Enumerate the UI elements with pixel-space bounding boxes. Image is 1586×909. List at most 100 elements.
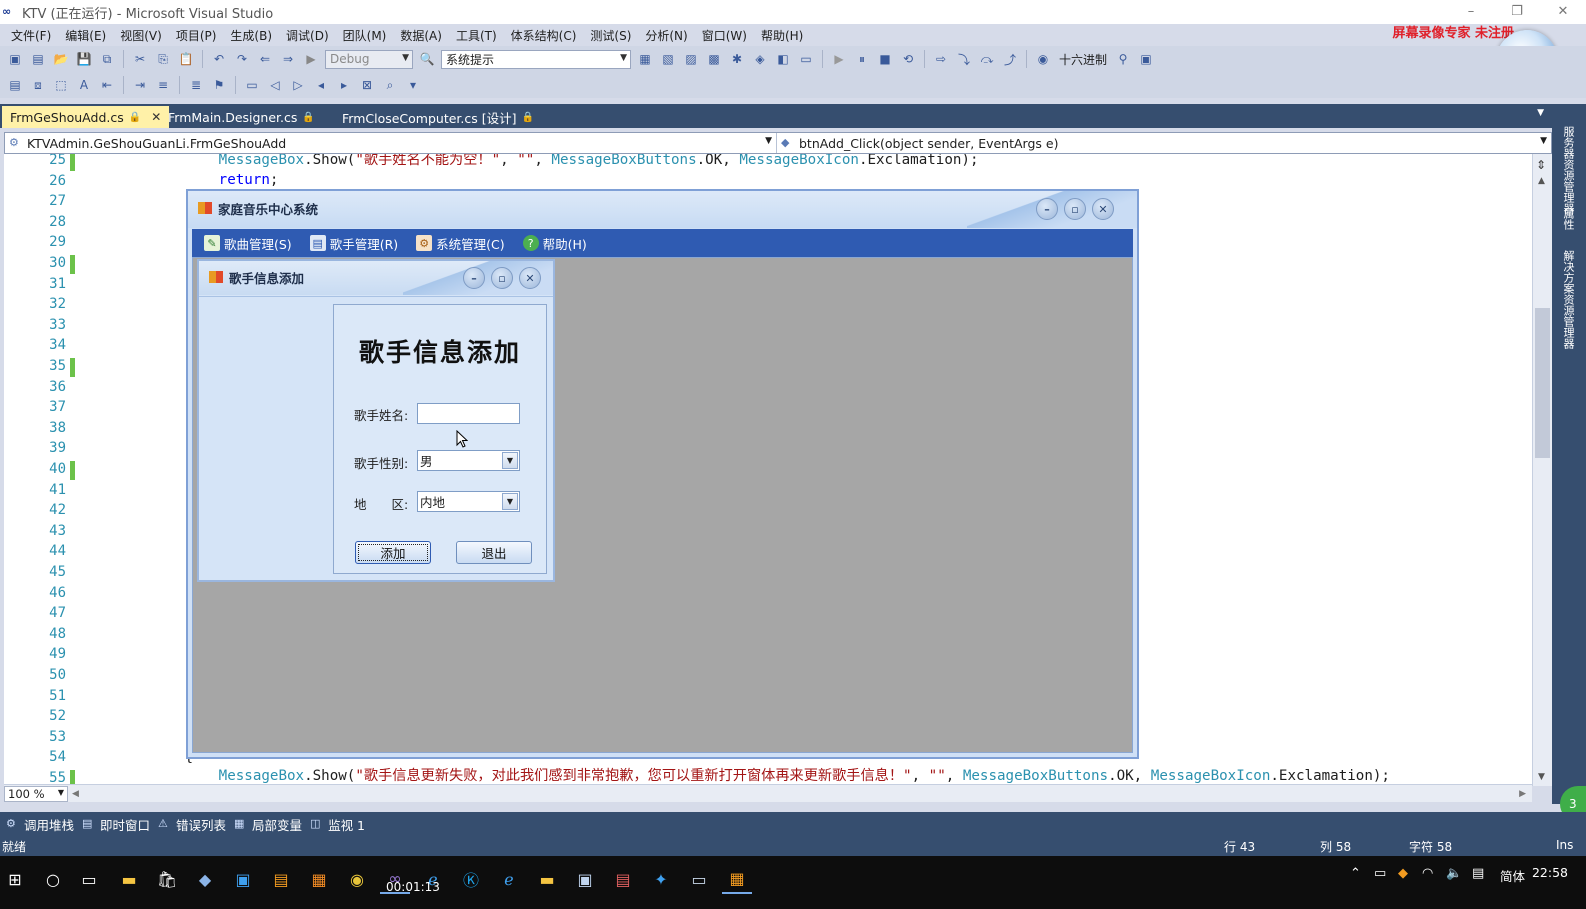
parameter-info-icon[interactable]: ⧈ <box>29 76 47 94</box>
volume-icon[interactable]: 🔈 <box>1446 866 1462 881</box>
app-close-button[interactable]: ✕ <box>1092 198 1114 220</box>
menu-data[interactable]: 数据(A) <box>393 27 449 44</box>
child-close-button[interactable]: ✕ <box>519 267 541 289</box>
minimize-button[interactable]: – <box>1448 0 1494 24</box>
tab-watch-1[interactable]: ◫ 监视 1 <box>310 815 373 834</box>
tray-app-icon[interactable]: ◆ <box>1398 866 1408 881</box>
chevron-down-icon[interactable]: ▼ <box>502 493 518 510</box>
zoom-combo[interactable]: 100 % ▼ <box>4 785 68 802</box>
properties-icon[interactable]: ▧ <box>659 50 677 68</box>
menu-project[interactable]: 项目(P) <box>169 27 224 44</box>
output-icon[interactable]: ▣ <box>1137 50 1155 68</box>
app-icon-4[interactable]: ▦ <box>304 864 334 894</box>
class-dropdown[interactable]: ⚙ KTVAdmin.GeShouGuanLi.FrmGeShouAdd ▼ <box>5 133 777 153</box>
paste-icon[interactable]: 📋 <box>177 50 195 68</box>
toolbox-icon[interactable]: ▩ <box>705 50 723 68</box>
tab-list-dropdown-icon[interactable]: ▼ <box>1537 108 1544 118</box>
action-center-icon[interactable]: ▤ <box>1472 866 1484 881</box>
menu-edit[interactable]: 编辑(E) <box>58 27 113 44</box>
undo-icon[interactable]: ↶ <box>210 50 228 68</box>
menu-test[interactable]: 测试(S) <box>583 27 638 44</box>
menu-architecture[interactable]: 体系结构(C) <box>504 27 584 44</box>
menu-file[interactable]: 文件(F) <box>4 27 58 44</box>
save-all-icon[interactable]: ⧉ <box>98 50 116 68</box>
edge-icon[interactable]: ℯ <box>494 864 524 894</box>
quick-info-icon[interactable]: ⬚ <box>52 76 70 94</box>
add-button[interactable]: 添加 <box>355 541 431 564</box>
properties-tab[interactable]: 属性 <box>1560 208 1576 230</box>
bookmark-icon[interactable]: ⚑ <box>210 76 228 94</box>
search-icon[interactable]: ○ <box>38 864 68 894</box>
singer-name-input[interactable] <box>417 403 520 424</box>
tab-error-list[interactable]: ⚠ 错误列表 <box>158 815 234 834</box>
breakpoints-icon[interactable]: ◉ <box>1034 50 1052 68</box>
menu-window[interactable]: 窗口(W) <box>695 27 754 44</box>
app-icon-2[interactable]: ▣ <box>228 864 258 894</box>
task-view-icon[interactable]: ▭ <box>74 864 104 894</box>
navigate-back-icon[interactable]: ⇐ <box>256 50 274 68</box>
clear-bookmarks-icon[interactable]: ⊠ <box>358 76 376 94</box>
solution-config-combo[interactable]: Debug ▼ <box>325 49 413 69</box>
server-explorer-tab[interactable]: 服务器资源管理器 <box>1560 126 1576 214</box>
find-in-files-icon[interactable]: ⌕ <box>381 76 399 94</box>
app-icon-8[interactable]: ✦ <box>646 864 676 894</box>
extension-icon[interactable]: ◈ <box>751 50 769 68</box>
scroll-thumb[interactable] <box>1535 308 1550 458</box>
tab-immediate-window[interactable]: ▤ 即时窗口 <box>82 815 158 834</box>
redo-icon[interactable]: ↷ <box>233 50 251 68</box>
close-button[interactable]: ✕ <box>1540 0 1586 24</box>
solution-explorer-icon[interactable]: ▦ <box>636 50 654 68</box>
singer-gender-select[interactable]: 男 ▼ <box>417 450 520 471</box>
bookmark-toggle-icon[interactable]: ▭ <box>243 76 261 94</box>
list-members-icon[interactable]: ▤ <box>6 76 24 94</box>
start-debug-icon[interactable]: ▶ <box>302 50 320 68</box>
find-icon[interactable]: 🔍 <box>418 50 436 68</box>
editor-vertical-scrollbar[interactable]: ⇕ ▲ ▼ <box>1532 154 1552 786</box>
comment-icon[interactable]: ≡ <box>154 76 172 94</box>
object-browser-icon[interactable]: ▨ <box>682 50 700 68</box>
tab-frmgeshouadd[interactable]: FrmGeShouAdd.cs 🔒 ✕ <box>2 106 170 128</box>
scroll-right-icon[interactable]: ▶ <box>1519 789 1526 799</box>
decrease-indent-icon[interactable]: ⇤ <box>98 76 116 94</box>
uncomment-icon[interactable]: ≣ <box>187 76 205 94</box>
restart-icon[interactable]: ⟲ <box>899 50 917 68</box>
menu-tools[interactable]: 工具(T) <box>449 27 504 44</box>
region-select[interactable]: 内地 ▼ <box>417 491 520 512</box>
open-file-icon[interactable]: 📂 <box>52 50 70 68</box>
tab-frmmain-designer[interactable]: FrmMain.Designer.cs 🔒 <box>160 106 323 128</box>
app-icon-1[interactable]: ◆ <box>190 864 220 894</box>
app-icon-5[interactable]: Ⓚ <box>456 864 486 894</box>
child-minimize-button[interactable]: – <box>463 267 485 289</box>
app-icon-3[interactable]: ▤ <box>266 864 296 894</box>
tab-locals[interactable]: ▦ 局部变量 <box>234 815 310 834</box>
cut-icon[interactable]: ✂ <box>131 50 149 68</box>
app-maximize-button[interactable]: ▫ <box>1064 198 1086 220</box>
exit-button[interactable]: 退出 <box>456 541 532 564</box>
clock[interactable]: 22:58 <box>1532 865 1568 880</box>
app-icon-7[interactable]: ▤ <box>608 864 638 894</box>
scroll-down-icon[interactable]: ▼ <box>1538 772 1545 782</box>
menu-singer-management[interactable]: ▤ 歌手管理(R) <box>309 234 398 253</box>
hex-display-toggle[interactable]: 十六进制 <box>1057 51 1109 68</box>
menu-build[interactable]: 生成(B) <box>223 27 279 44</box>
continue-icon[interactable]: ▶ <box>830 50 848 68</box>
child-maximize-button[interactable]: ▫ <box>491 267 513 289</box>
store-icon[interactable]: 🛍 <box>152 864 182 894</box>
app-icon-6[interactable]: ▣ <box>570 864 600 894</box>
solution-explorer-tab[interactable]: 解决方案资源管理器 <box>1560 250 1576 349</box>
prev-bookmark-icon[interactable]: ◁ <box>266 76 284 94</box>
menu-view[interactable]: 视图(V) <box>113 27 169 44</box>
tab-call-stack[interactable]: ⚙ 调用堆栈 <box>6 815 82 834</box>
tray-expand-icon[interactable]: ⌃ <box>1350 866 1361 881</box>
complete-word-icon[interactable]: A <box>75 76 93 94</box>
step-out-icon[interactable]: ⤴ <box>1001 50 1019 68</box>
layout-icon[interactable]: ◧ <box>774 50 792 68</box>
break-all-icon[interactable]: ⏸ <box>853 50 871 68</box>
splitter-icon[interactable]: ⇕ <box>1536 158 1546 172</box>
menu-system-management[interactable]: ⚙ 系统管理(C) <box>416 234 505 253</box>
ktv-app-taskbar-icon[interactable]: ▦ <box>722 864 752 894</box>
chevron-down-icon[interactable]: ▼ <box>502 452 518 469</box>
menu-help[interactable]: 帮助(H) <box>754 27 810 44</box>
window-icon[interactable]: ▭ <box>797 50 815 68</box>
stop-debug-icon[interactable]: ■ <box>876 50 894 68</box>
